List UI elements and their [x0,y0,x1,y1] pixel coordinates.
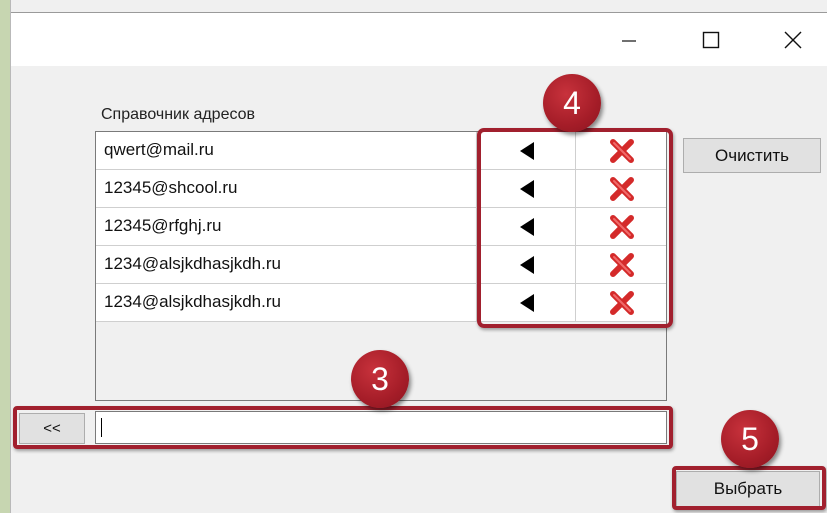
minimize-button[interactable] [599,13,659,66]
clear-button[interactable]: Очистить [683,138,821,173]
annotation-badge-3: 3 [351,350,409,408]
address-book-label: Справочник адресов [101,106,256,123]
close-icon [784,31,802,48]
annotation-badge-4: 4 [543,74,601,132]
annotation-frame-choose [672,466,826,510]
address-email: 1234@alsjkdhasjkdh.ru [104,254,281,273]
maximize-icon [702,31,720,48]
minimize-icon [622,39,636,42]
title-bar [11,13,827,66]
address-email: 12345@rfghj.ru [104,216,222,235]
annotation-frame-actions [477,128,673,328]
dialog-window: Справочник адресов qwert@mail.ru 12345@s… [10,0,827,513]
window-top-edge [11,0,827,13]
address-email: qwert@mail.ru [104,140,214,159]
close-button[interactable] [763,13,823,66]
address-email: 1234@alsjkdhasjkdh.ru [104,292,281,311]
annotation-frame-input [13,406,673,449]
address-email: 12345@shcool.ru [104,178,238,197]
maximize-button[interactable] [681,13,741,66]
background-strip [0,0,10,513]
annotation-badge-5: 5 [721,410,779,468]
